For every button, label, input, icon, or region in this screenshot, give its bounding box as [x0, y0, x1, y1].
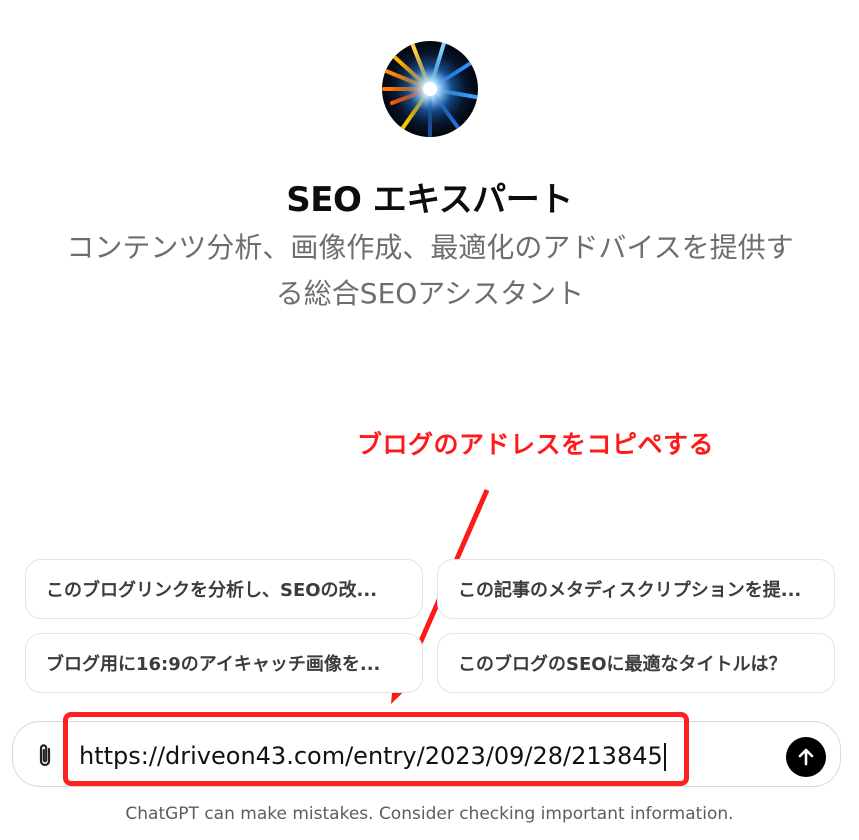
text-caret — [663, 743, 666, 771]
arrow-up-icon — [798, 748, 814, 766]
message-input-value: https://driveon43.com/entry/2023/09/28/2… — [79, 742, 663, 770]
suggestion-card[interactable]: ブログ用に16:9のアイキャッチ画像を... — [25, 633, 423, 693]
gpt-title: SEO エキスパート — [286, 180, 573, 220]
suggestion-label: この記事のメタディスクリプションを提... — [458, 580, 802, 601]
suggestion-card[interactable]: この記事のメタディスクリプションを提... — [437, 559, 835, 619]
suggestion-card[interactable]: このブログリンクを分析し、SEOの改... — [25, 559, 423, 619]
gpt-description-line-1: コンテンツ分析、画像作成、最適化のアドバイスを提供す — [66, 231, 794, 264]
suggestion-label: このブログのSEOに最適なタイトルは？ — [458, 654, 787, 675]
suggestion-label: このブログリンクを分析し、SEOの改... — [46, 580, 378, 601]
gpt-description-line-2: る総合SEOアシスタント — [275, 277, 585, 310]
attach-button[interactable] — [32, 742, 58, 770]
suggestion-label: ブログ用に16:9のアイキャッチ画像を... — [46, 654, 381, 675]
suggestion-card[interactable]: このブログのSEOに最適なタイトルは？ — [437, 633, 835, 693]
gpt-description: コンテンツ分析、画像作成、最適化のアドバイスを提供す る総合SEOアシスタント — [60, 225, 800, 317]
disclaimer-text: ChatGPT can make mistakes. Consider chec… — [125, 804, 734, 824]
chat-page: SEO エキスパート コンテンツ分析、画像作成、最適化のアドバイスを提供す る総… — [0, 0, 859, 840]
message-input[interactable]: https://driveon43.com/entry/2023/09/28/2… — [79, 737, 666, 775]
annotation-label: ブログのアドレスをコピペする — [357, 430, 715, 459]
paperclip-icon — [39, 744, 51, 767]
gpt-avatar — [382, 41, 478, 137]
abstract-light-burst-icon — [382, 41, 478, 137]
send-button[interactable] — [786, 737, 826, 777]
